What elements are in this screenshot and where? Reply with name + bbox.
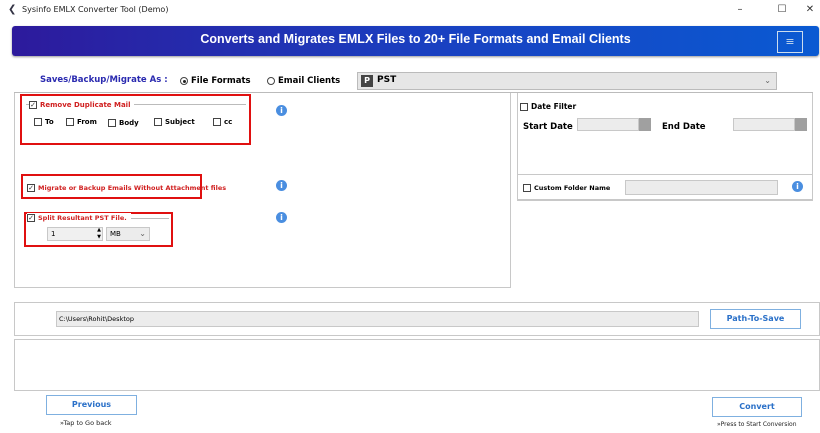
end-date-input[interactable]	[733, 118, 795, 131]
radio-icon	[267, 77, 275, 85]
format-selected: PST	[377, 75, 397, 85]
checkbox-icon	[34, 117, 42, 126]
dup-field-to[interactable]: To	[34, 117, 54, 127]
checkbox-icon: ✓	[29, 100, 37, 109]
convert-button[interactable]: Convert	[712, 397, 802, 417]
checkbox-icon	[66, 117, 74, 126]
start-date-input[interactable]	[577, 118, 639, 131]
radio-icon	[180, 77, 188, 85]
minimize-button[interactable]: –	[728, 2, 752, 18]
dup-field-subject[interactable]: Subject	[154, 117, 195, 127]
header-banner: Converts and Migrates EMLX Files to 20+ …	[12, 26, 819, 56]
checkbox-label: cc	[224, 117, 233, 126]
checkbox-label: Remove Duplicate Mail	[40, 100, 131, 109]
end-date-label: End Date	[662, 122, 706, 132]
close-button[interactable]: ✕	[798, 2, 820, 18]
path-value: C:\Users\Rohit\Desktop	[59, 315, 134, 323]
app-icon: ❮	[8, 4, 17, 15]
menu-button[interactable]: ≡	[777, 31, 803, 53]
convert-hint: »Press to Start Conversion	[717, 421, 797, 428]
info-icon[interactable]: i	[276, 105, 287, 116]
checkbox-icon: ✓	[27, 213, 35, 222]
checkbox-label: Body	[119, 118, 139, 127]
checkbox-icon: ✓	[27, 183, 35, 192]
stepper-down-icon[interactable]: ▼	[97, 234, 101, 240]
start-date-label: Start Date	[523, 122, 573, 132]
radio-label: Email Clients	[278, 76, 341, 86]
previous-hint: »Tap to Go back	[60, 419, 112, 427]
format-select[interactable]: P PST ⌄	[357, 72, 777, 90]
banner-title: Converts and Migrates EMLX Files to 20+ …	[200, 32, 631, 46]
chevron-down-icon: ⌄	[139, 229, 146, 238]
checkbox-icon	[154, 117, 162, 126]
save-as-label: Saves/Backup/Migrate As :	[40, 75, 168, 85]
split-unit-value: MB	[110, 230, 121, 238]
path-input[interactable]: C:\Users\Rohit\Desktop	[56, 311, 699, 327]
chevron-down-icon: ⌄	[764, 76, 771, 85]
stepper-up-icon[interactable]: ▲	[97, 227, 101, 233]
checkbox-icon	[520, 102, 528, 111]
info-icon[interactable]: i	[276, 212, 287, 223]
path-to-save-button[interactable]: Path-To-Save	[710, 309, 801, 329]
without-attachment-checkbox[interactable]: ✓ Migrate or Backup Emails Without Attach…	[27, 183, 226, 193]
dup-field-from[interactable]: From	[66, 117, 97, 127]
checkbox-label: Subject	[165, 117, 195, 126]
remove-duplicate-checkbox[interactable]: ✓ Remove Duplicate Mail	[29, 100, 135, 110]
checkbox-label: Migrate or Backup Emails Without Attachm…	[38, 183, 227, 192]
outlook-pst-icon: P	[361, 75, 373, 87]
dup-field-body[interactable]: Body	[108, 118, 139, 128]
checkbox-icon	[213, 117, 221, 126]
checkbox-icon	[108, 118, 116, 127]
split-size-stepper[interactable]: 1 ▲ ▼	[47, 227, 103, 241]
custom-folder-checkbox[interactable]: Custom Folder Name	[523, 183, 610, 193]
info-icon[interactable]: i	[276, 180, 287, 191]
previous-button[interactable]: Previous	[46, 395, 137, 415]
checkbox-label: Custom Folder Name	[534, 183, 611, 192]
checkbox-label: Split Resultant PST File.	[38, 213, 127, 222]
radio-label: File Formats	[191, 76, 251, 86]
radio-email-clients[interactable]: Email Clients	[267, 76, 340, 87]
checkbox-icon	[523, 183, 531, 192]
radio-file-formats[interactable]: File Formats	[180, 76, 251, 87]
calendar-icon[interactable]	[795, 118, 807, 131]
calendar-icon[interactable]	[639, 118, 651, 131]
checkbox-label: Date Filter	[531, 102, 577, 111]
checkbox-label: From	[77, 117, 97, 126]
info-icon[interactable]: i	[792, 181, 803, 192]
dup-field-cc[interactable]: cc	[213, 117, 232, 127]
checkbox-label: To	[45, 117, 54, 126]
split-pst-checkbox[interactable]: ✓ Split Resultant PST File.	[27, 213, 131, 223]
window-title: Sysinfo EMLX Converter Tool (Demo)	[22, 5, 169, 14]
custom-folder-input[interactable]	[625, 180, 778, 195]
log-area	[14, 339, 820, 391]
hamburger-icon: ≡	[785, 35, 795, 48]
split-size-value: 1	[51, 230, 56, 238]
date-filter-checkbox[interactable]: Date Filter	[520, 102, 576, 112]
maximize-button[interactable]: ☐	[770, 2, 794, 18]
split-unit-select[interactable]: MB ⌄	[106, 227, 150, 241]
